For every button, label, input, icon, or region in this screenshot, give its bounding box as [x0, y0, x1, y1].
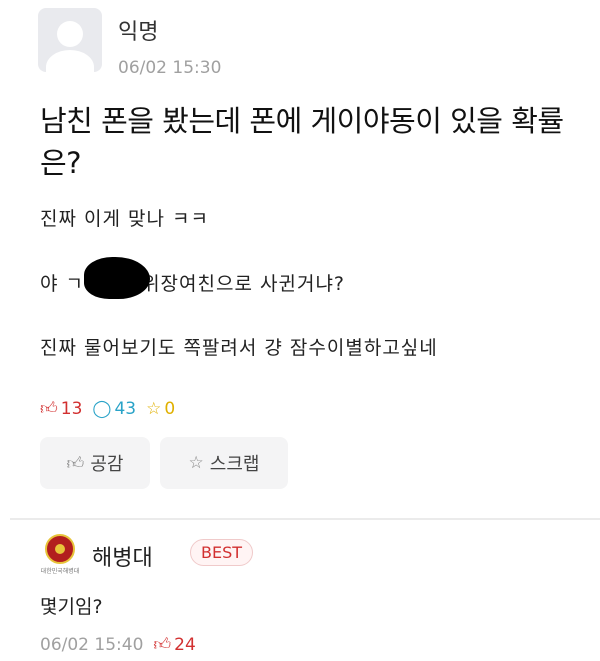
speech-bubble-icon: ◯	[92, 398, 112, 419]
avatar-head	[57, 21, 83, 47]
thumbs-up-icon: 👍︎	[153, 635, 172, 655]
comment-time: 06/02 15:40	[40, 634, 144, 655]
post-body-line: 진짜 이게 맞나 ㅋㅋ	[40, 208, 209, 230]
post-title: 남친 폰을 봤는데 폰에 게이야동이 있을 확률은?	[40, 104, 564, 180]
comment-count: ◯ 43	[92, 398, 137, 419]
comment-like-count[interactable]: 👍︎ 24	[153, 634, 195, 656]
scrap-button[interactable]: ☆ 스크랩	[160, 437, 288, 489]
post-time: 06/02 15:30	[118, 58, 222, 78]
divider	[10, 518, 600, 520]
thumbs-up-icon: 👍︎	[66, 453, 85, 474]
scrap-button-label: 스크랩	[209, 454, 260, 475]
post-author: 익명	[118, 20, 159, 45]
redaction-mark	[84, 257, 150, 299]
like-count: 👍︎ 13	[40, 398, 83, 420]
post-stats: 👍︎ 13 ◯ 43 ☆ 0	[40, 398, 176, 420]
avatar[interactable]	[38, 8, 102, 72]
comment-meta: 06/02 15:40 👍︎ 24	[40, 634, 196, 656]
avatar-body	[46, 50, 94, 72]
thumbs-up-icon: 👍︎	[40, 399, 58, 419]
comment-author[interactable]: 해병대	[92, 540, 153, 572]
star-icon: ☆	[146, 398, 162, 419]
best-badge: BEST	[190, 539, 254, 566]
emblem-caption: 대한민국해병대	[40, 568, 80, 575]
like-button-label: 공감	[90, 454, 124, 475]
scrap-count: ☆ 0	[146, 398, 176, 419]
marine-corps-emblem-icon	[45, 534, 75, 564]
post-body-line: 진짜 물어보기도 쪽팔려서 걍 잠수이별하고싶네	[40, 337, 438, 359]
comment-text: 몇기임?	[40, 596, 103, 618]
like-button[interactable]: 👍︎ 공감	[40, 437, 150, 489]
star-icon: ☆	[188, 453, 204, 473]
